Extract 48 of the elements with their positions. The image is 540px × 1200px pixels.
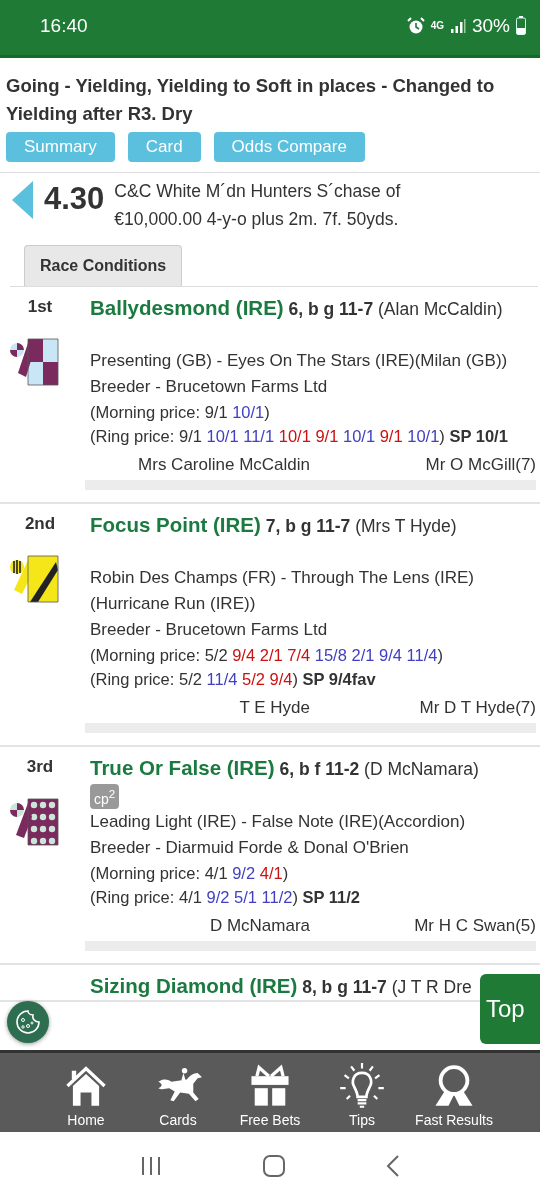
nav-tab[interactable]: Home [40, 1053, 132, 1132]
tab[interactable]: Race Conditions [24, 245, 183, 286]
price-line: (Morning price: 5/2 9/4 2/1 7/4 15/8 2/1 9/4 11/4) [90, 645, 444, 666]
trainer-name: D McNamara [208, 914, 310, 937]
clock: 16:40 [40, 14, 88, 37]
finish-position: 3rd [26, 757, 54, 777]
battery-icon [516, 16, 526, 35]
headgear-badge: cp$^{2}$ [90, 784, 120, 809]
back-to-top-button[interactable]: Top [480, 974, 540, 1044]
recent-apps-icon[interactable] [140, 1155, 162, 1177]
jockey-name: Mr O McGill(7) [424, 454, 536, 476]
breeding-text: Leading Light (IRE) - False Note (IRE)(Accordion) [90, 810, 467, 833]
back-icon[interactable] [386, 1154, 400, 1178]
network-type: 4G [430, 20, 444, 31]
price-line: (Ring price: 4/1 9/2 5/1 11/2) SP 11/2 [90, 886, 362, 908]
price-line: (Ring price: 5/2 11/4 5/2 9/4) SP 9/4fav [90, 669, 377, 690]
alarm-icon [406, 16, 425, 35]
trainer-name: T E Hyde [238, 697, 310, 719]
finish-position: 2nd [24, 514, 56, 534]
nav-tab[interactable]: Cards [132, 1053, 224, 1132]
race-time: 4.30 [44, 181, 105, 217]
signal-icon [449, 17, 466, 34]
light-bulb-icon [338, 1062, 386, 1110]
horse-heading: Focus Point (IRE) 7, b g 11-7 (Mrs T Hyde) [90, 512, 458, 538]
trainer-name: Mrs Caroline McCaldin [137, 454, 310, 476]
breeder-text: Breeder - Brucetown Farms Ltd [90, 619, 329, 641]
price-line: (Ring price: 9/1 10/1 11/1 10/1 9/1 10/1 9/1 10/1) SP 10/1 [90, 426, 509, 447]
horse-heading: True Or False (IRE) 6, b f 11-2 (D McNamara) [90, 755, 480, 781]
nav-tab[interactable]: Free Bets [224, 1053, 316, 1132]
price-line: (Morning price: 4/1 9/2 4/1) [90, 862, 290, 884]
breeding-text: Presenting (GB) - Eyes On The Stars (IRE)(Milan (GB)) [90, 350, 509, 372]
jockey-name: Mr H C Swan(5) [413, 914, 536, 937]
battery-level: 30% [471, 14, 510, 37]
breeding-text: Robin Des Champs (FR) - Through The Lens (IRE)(Hurricane Run (IRE)) [90, 567, 475, 615]
breeder-text: Breeder - Brucetown Farms Ltd [90, 376, 329, 398]
cookie-settings-button[interactable] [7, 1001, 49, 1043]
horse-heading: Ballydesmond (IRE) 6, b g 11-7 (Alan McCaldin) [90, 295, 504, 321]
going-text: Going - Yielding, Yielding to Soft in places - Changed to Yielding after R3. Dry [6, 74, 496, 126]
horse-heading: Sizing Diamond (IRE) 8, b g 11-7 (J T R Dre [90, 972, 473, 999]
nav-tab[interactable]: Fast Results [408, 1053, 500, 1132]
nav-tab[interactable]: Tips [316, 1053, 408, 1132]
jockey-name: Mr D T Hyde(7) [418, 697, 536, 719]
race-title: C&C White M´dn Hunters S´chase of €10,000.00 4-y-o plus 2m. 7f. 50yds. [114, 180, 402, 231]
cookie-icon [15, 1009, 41, 1035]
price-line: (Morning price: 9/1 10/1) [90, 402, 271, 423]
home-button-icon[interactable] [262, 1154, 286, 1178]
breeder-text: Breeder - Diarmuid Forde & Donal O'Brien [90, 836, 410, 859]
finish-position: 1st [27, 297, 53, 317]
